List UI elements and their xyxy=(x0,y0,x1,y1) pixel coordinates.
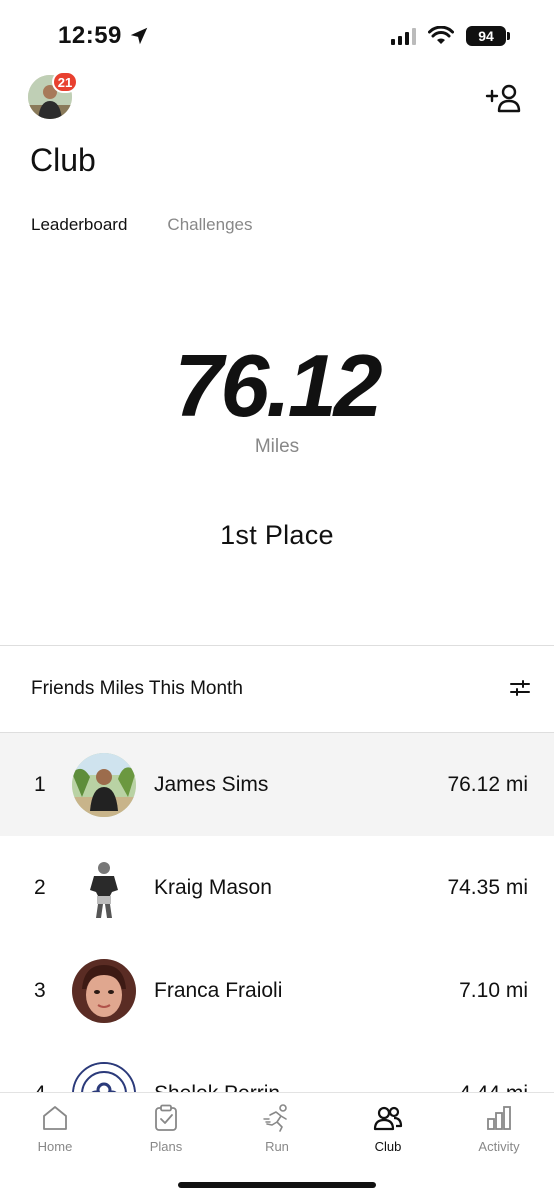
plans-icon xyxy=(155,1104,177,1131)
tab-challenges[interactable]: Challenges xyxy=(167,215,252,235)
filter-button[interactable] xyxy=(508,676,532,700)
leaderboard-row[interactable]: 2 Kraig Mason 74.35 mi xyxy=(0,836,554,939)
nav-label: Plans xyxy=(149,1139,183,1154)
avatar xyxy=(72,753,136,817)
row-name: Kraig Mason xyxy=(154,875,272,899)
status-time-text: 12:59 xyxy=(58,22,122,49)
row-miles: 74.35 mi xyxy=(447,875,528,899)
add-friend-button[interactable] xyxy=(484,82,524,114)
nav-label: Club xyxy=(374,1139,402,1154)
place-label: 1st Place xyxy=(220,520,334,550)
row-rank: 2 xyxy=(34,875,46,899)
nav-label: Activity xyxy=(478,1139,520,1154)
notification-badge: 21 xyxy=(52,71,78,93)
row-miles: 76.12 mi xyxy=(447,772,528,796)
row-miles: 7.10 mi xyxy=(459,978,528,1002)
status-time: 12:59 xyxy=(58,22,150,50)
sliders-icon xyxy=(510,680,530,696)
nav-club[interactable]: Club xyxy=(333,1103,443,1154)
battery-level: 94 xyxy=(478,28,494,44)
add-person-icon xyxy=(485,84,521,113)
nav-activity[interactable]: Activity xyxy=(444,1103,554,1154)
nav-label: Home xyxy=(37,1139,73,1154)
page-title: Club xyxy=(30,142,96,178)
status-indicators: 94 xyxy=(391,26,510,46)
home-indicator xyxy=(178,1182,376,1188)
battery-indicator: 94 xyxy=(466,26,510,46)
leaderboard-row[interactable]: 3 Franca Fraioli 7.10 mi xyxy=(0,939,554,1042)
leaderboard-title: Friends Miles This Month xyxy=(31,678,243,699)
club-icon xyxy=(373,1106,403,1131)
nav-label: Run xyxy=(265,1139,289,1154)
row-name: James Sims xyxy=(154,772,269,796)
row-rank: 3 xyxy=(34,978,46,1002)
leaderboard-row[interactable]: 1 James Sims 76.12 mi xyxy=(0,733,554,836)
tabs: Leaderboard Challenges xyxy=(31,215,252,235)
status-bar: 12:59 94 xyxy=(0,0,554,76)
avatar xyxy=(72,856,136,920)
row-rank: 1 xyxy=(34,772,46,796)
nav-plans[interactable]: Plans xyxy=(111,1103,221,1154)
row-name: Franca Fraioli xyxy=(154,978,283,1002)
section-divider xyxy=(0,645,554,646)
profile-avatar-button[interactable]: 21 xyxy=(28,71,78,119)
total-miles-unit: Miles xyxy=(254,436,300,457)
nav-home[interactable]: Home xyxy=(0,1103,110,1154)
tab-leaderboard[interactable]: Leaderboard xyxy=(31,215,127,235)
home-icon xyxy=(43,1106,67,1130)
avatar xyxy=(72,959,136,1023)
total-miles-value: 76.12 xyxy=(174,336,382,435)
location-arrow-icon xyxy=(130,27,148,45)
activity-icon xyxy=(487,1106,511,1130)
run-icon xyxy=(263,1104,287,1132)
wifi-icon xyxy=(428,26,454,44)
cellular-signal-icon xyxy=(391,27,416,45)
nav-run[interactable]: Run xyxy=(222,1103,332,1154)
